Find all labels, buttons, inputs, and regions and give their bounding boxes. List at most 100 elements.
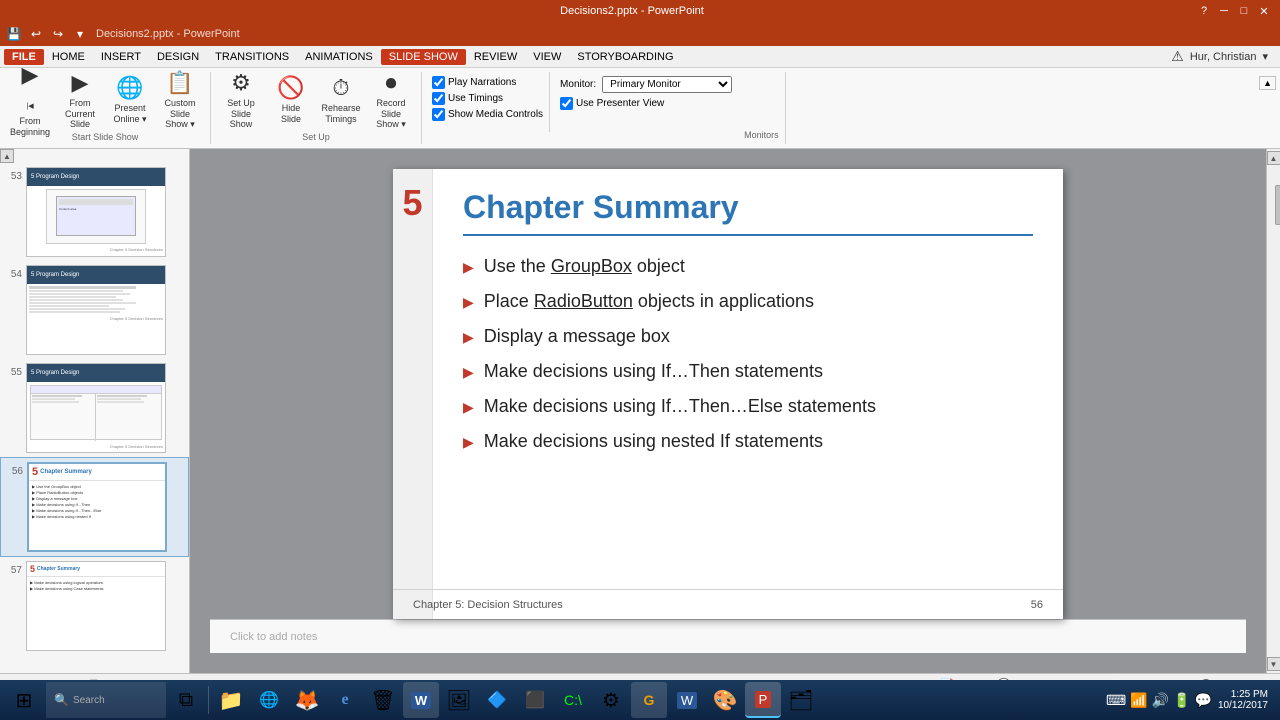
taskbar-app-firefox[interactable]: 🦊 [289,682,325,718]
bullet-arrow-3: ▶ [463,329,474,346]
panel-scroll-up[interactable]: ▲ [0,149,14,163]
show-media-input[interactable] [432,108,445,121]
customize-quick-button[interactable]: ▾ [70,24,90,44]
menu-storyboarding[interactable]: STORYBOARDING [569,49,681,65]
slide-num-53: 53 [6,171,22,182]
rehearse-timings-button[interactable]: ⏱ RehearseTimings [317,72,365,128]
custom-slideshow-button[interactable]: 📋 Custom SlideShow ▾ [156,72,204,128]
tray-battery-icon[interactable]: 🔋 [1173,692,1190,709]
main-area: ▲ 53 5 Program Design Content area Chapt… [0,149,1280,673]
from-beginning-button[interactable]: ▶|◀ FromBeginning [6,72,54,128]
from-current-button[interactable]: ▶ FromCurrent Slide [56,72,104,128]
present-online-button[interactable]: 🌐 PresentOnline ▾ [106,72,154,128]
menu-animations[interactable]: ANIMATIONS [297,49,381,65]
taskbar-app-vs[interactable]: 🔷 [479,682,515,718]
close-button[interactable]: ✕ [1256,3,1272,19]
taskbar-app-word[interactable]: W [403,682,439,718]
taskbar-app-task-view[interactable]: ⧉ [168,682,204,718]
ribbon-group-buttons-start: ▶|◀ FromBeginning ▶ FromCurrent Slide 🌐 … [6,72,204,130]
right-scrollbar: ▲ ▼ [1266,149,1280,673]
hide-slide-icon: 🚫 [277,75,304,101]
taskbar-app-ie[interactable]: e [327,682,363,718]
taskbar-app-g[interactable]: G [631,682,667,718]
redo-quick-button[interactable]: ↪ [48,24,68,44]
record-slideshow-button[interactable]: ⏺ Record SlideShow ▾ [367,72,415,128]
use-timings-checkbox[interactable]: Use Timings [432,92,543,105]
setup-show-icon: ⚙ [231,70,251,96]
menu-slideshow[interactable]: SLIDE SHOW [381,49,466,65]
menu-design[interactable]: DESIGN [149,49,207,65]
bullet-arrow-6: ▶ [463,434,474,451]
slide-thumb-54[interactable]: 54 5 Program Design Chapter 5 Decision S… [0,261,189,359]
slide-thumb-57[interactable]: 57 5 Chapter Summary ▶ Make decisions us… [0,557,189,655]
bullet-arrow-1: ▶ [463,259,474,276]
taskbar-app-settings[interactable]: ⚙ [593,682,629,718]
right-scroll-down[interactable]: ▼ [1267,657,1280,671]
ribbon-collapse: ▲ [1259,72,1280,144]
taskbar-app-vscode[interactable]: ⬛ [517,682,553,718]
menu-transitions[interactable]: TRANSITIONS [207,49,297,65]
rehearse-timings-label: RehearseTimings [321,103,360,125]
play-narrations-input[interactable] [432,76,445,89]
right-scroll-thumb[interactable] [1275,185,1280,225]
minimize-button[interactable]: ─ [1216,3,1232,19]
right-scroll-up[interactable]: ▲ [1267,151,1280,165]
notes-area[interactable]: Click to add notes [210,619,1246,653]
use-timings-input[interactable] [432,92,445,105]
bullet-arrow-2: ▶ [463,294,474,311]
taskbar-app-finder[interactable]: 🗂 [783,682,819,718]
slide-img-57: 5 Chapter Summary ▶ Make decisions using… [26,561,166,651]
slide-img-53: 5 Program Design Content area Chapter 5 … [26,167,166,257]
bullet-text-3: Display a message box [484,326,670,347]
slide-container[interactable]: 5 Chapter Summary ▶ Use the GroupBox obj… [393,169,1063,619]
slide-title: Chapter Summary [463,189,1033,236]
help-button[interactable]: ? [1196,3,1212,19]
setup-show-button[interactable]: ⚙ Set UpSlide Show [217,72,265,128]
taskbar-app-photos[interactable]: 🖼 [441,682,477,718]
slide-footer-right: 56 [1031,599,1043,611]
monitor-section: Monitor: Primary Monitor Use Presenter V… [552,72,740,144]
menu-bar: FILE HOME INSERT DESIGN TRANSITIONS ANIM… [0,46,1280,68]
taskbar-app-chrome[interactable]: 🌐 [251,682,287,718]
taskbar-right: ⌨ 📶 🔊 🔋 💬 1:25 PM 10/12/2017 [1106,689,1276,711]
from-beginning-icon: ▶|◀ [22,62,39,114]
presenter-view-checkbox[interactable]: Use Presenter View [560,97,732,110]
menu-home[interactable]: HOME [44,49,93,65]
show-media-checkbox[interactable]: Show Media Controls [432,108,543,121]
taskbar-app-recycle[interactable]: 🗑 [365,682,401,718]
slide-footer: Chapter 5: Decision Structures 56 [393,589,1063,619]
save-quick-button[interactable]: 💾 [4,24,24,44]
tray-volume-icon[interactable]: 🔊 [1152,692,1169,709]
start-button[interactable]: ⊞ [4,682,44,718]
search-icon: 🔍 [54,693,69,707]
menu-insert[interactable]: INSERT [93,49,149,65]
taskbar-app-terminal[interactable]: C:\ [555,682,591,718]
tray-network-icon[interactable]: 📶 [1130,692,1147,709]
menu-view[interactable]: VIEW [525,49,569,65]
taskbar-app-file-explorer[interactable]: 📁 [213,682,249,718]
undo-quick-button[interactable]: ↩ [26,24,46,44]
presenter-view-input[interactable] [560,97,573,110]
menu-review[interactable]: REVIEW [466,49,525,65]
tray-action-icon[interactable]: 💬 [1195,692,1212,709]
tray-keyboard-icon[interactable]: ⌨ [1106,692,1126,709]
taskbar-app-paint[interactable]: 🎨 [707,682,743,718]
ribbon-collapse-button[interactable]: ▲ [1259,76,1276,90]
taskbar-clock[interactable]: 1:25 PM 10/12/2017 [1218,689,1268,711]
user-name: Hur, Christian [1190,51,1257,63]
restore-button[interactable]: □ [1236,3,1252,19]
bullet-text-6: Make decisions using nested If statement… [484,431,823,452]
slide-thumb-53[interactable]: 53 5 Program Design Content area Chapter… [0,163,189,261]
play-narrations-checkbox[interactable]: Play Narrations [432,76,543,89]
taskbar-app-search[interactable]: 🔍 Search [46,682,166,718]
slide-thumb-56[interactable]: 56 5 Chapter Summary ▶ Use the GroupBox … [0,457,189,557]
start-slideshow-group-label: Start Slide Show [6,130,204,144]
monitor-select[interactable]: Primary Monitor [602,76,732,93]
taskbar-app-powerpoint[interactable]: P [745,682,781,718]
hide-slide-label: HideSlide [281,103,301,125]
slide-thumb-55[interactable]: 55 5 Program Design [0,359,189,457]
hide-slide-button[interactable]: 🚫 HideSlide [267,72,315,128]
slide-chapter-number: 5 [402,185,422,221]
user-dropdown-icon[interactable]: ▾ [1262,50,1268,63]
taskbar-app-word2[interactable]: W [669,682,705,718]
